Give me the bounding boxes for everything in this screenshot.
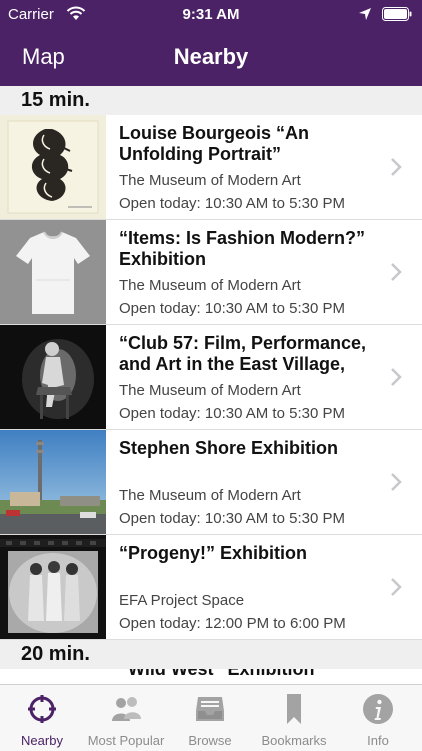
venue-name: The Museum of Modern Art <box>119 277 301 294</box>
tab-most-popular[interactable]: Most Popular <box>84 685 168 751</box>
venue-name: The Museum of Modern Art <box>119 382 301 399</box>
location-arrow-icon <box>359 8 371 20</box>
venue-name: EFA Project Space <box>119 592 245 609</box>
page-title: Nearby <box>173 44 249 69</box>
tab-label: Info <box>367 733 389 748</box>
exhibition-thumbnail <box>0 535 106 639</box>
chevron-right-icon <box>391 263 402 281</box>
list-item[interactable]: “Club 57: Film, Performance, and Art in … <box>0 325 422 430</box>
opening-hours: Open today: 10:30 AM to 5:30 PM <box>119 195 345 212</box>
list-item[interactable]: “Wild West” Exhibition <box>0 669 422 684</box>
exhibition-thumbnail <box>0 115 106 219</box>
exhibition-title: “Club 57: Film, Performance, and Art in … <box>119 333 367 374</box>
exhibition-title: Stephen Shore Exhibition <box>119 438 339 458</box>
header: Carrier 9:31 AM Map Nearby <box>0 0 422 86</box>
exhibition-title: “Items: Is Fashion Modern?” Exhibition <box>119 228 366 269</box>
exhibition-title: “Progeny!” Exhibition <box>119 543 308 563</box>
people-icon <box>112 697 141 721</box>
tab-browse[interactable]: Browse <box>168 685 252 751</box>
chevron-right-icon <box>391 368 402 386</box>
tab-bar: Nearby Most Popular Browse Bookmarks Inf… <box>0 684 422 751</box>
venue-name: The Museum of Modern Art <box>119 172 301 189</box>
exhibition-thumbnail <box>0 430 106 534</box>
list-item[interactable]: Stephen Shore Exhibition The Museum of M… <box>0 430 422 535</box>
bookmark-icon <box>287 694 301 724</box>
tab-label: Most Popular <box>87 733 165 748</box>
opening-hours: Open today: 10:30 AM to 5:30 PM <box>119 300 345 317</box>
venue-name: The Museum of Modern Art <box>119 487 301 504</box>
status-bar: Carrier 9:31 AM <box>0 0 422 30</box>
chevron-right-icon <box>391 473 402 491</box>
tab-nearby[interactable]: Nearby <box>0 685 84 751</box>
tab-label: Browse <box>188 733 232 748</box>
exhibition-thumbnail <box>0 220 106 324</box>
tab-bookmarks[interactable]: Bookmarks <box>252 685 336 751</box>
exhibition-title: “Wild West” Exhibition <box>119 669 315 679</box>
chevron-right-icon <box>391 578 402 596</box>
exhibition-thumbnail <box>0 325 106 429</box>
list-item[interactable]: “Progeny!” Exhibition EFA Project Space … <box>0 535 422 640</box>
nearby-list[interactable]: 15 min. Louise Bourgeois “An Unfolding P… <box>0 86 422 684</box>
opening-hours: Open today: 10:30 AM to 5:30 PM <box>119 510 345 527</box>
tab-label: Nearby <box>21 733 63 748</box>
opening-hours: Open today: 12:00 PM to 6:00 PM <box>119 615 346 632</box>
inbox-tray-icon <box>196 697 224 721</box>
opening-hours: Open today: 10:30 AM to 5:30 PM <box>119 405 345 422</box>
navigation-bar: Map Nearby <box>0 30 422 86</box>
list-item[interactable]: “Items: Is Fashion Modern?” Exhibition T… <box>0 220 422 325</box>
list-item[interactable]: Louise Bourgeois “An Unfolding Portrait”… <box>0 115 422 220</box>
tab-info[interactable]: Info <box>336 685 420 751</box>
info-icon <box>363 694 393 724</box>
section-header-20min: 20 min. <box>0 640 422 669</box>
tab-label: Bookmarks <box>261 733 327 748</box>
section-header-15min: 15 min. <box>0 86 422 115</box>
battery-icon <box>382 7 412 21</box>
chevron-right-icon <box>391 158 402 176</box>
crosshair-icon <box>28 695 56 723</box>
exhibition-title: Louise Bourgeois “An Unfolding Portrait” <box>119 123 310 164</box>
